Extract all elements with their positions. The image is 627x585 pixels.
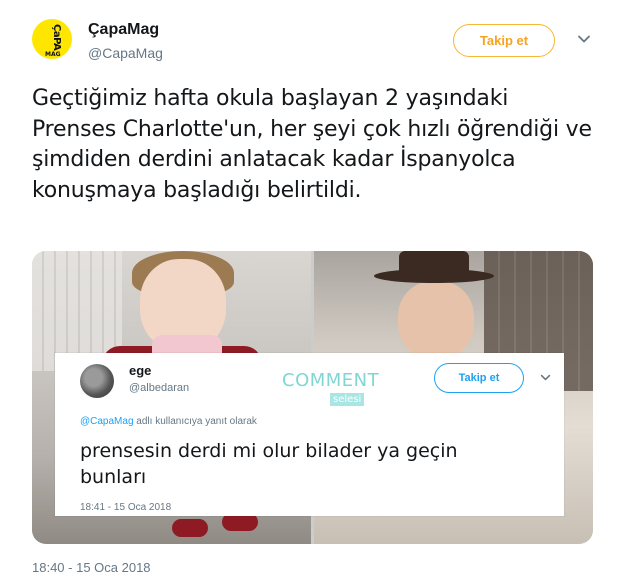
chevron-down-icon[interactable] [577, 32, 591, 46]
replying-suffix: adlı kullanıcıya yanıt olarak [133, 416, 257, 427]
avatar-logo-subtext: MAG [45, 51, 61, 58]
replying-mention-link[interactable]: @CapaMag [80, 416, 134, 427]
reply-text: prensesin derdi mi olur bilader ya geçin… [80, 440, 458, 488]
hat-top [399, 251, 469, 273]
reply-timestamp[interactable]: 18:41 - 15 Oca 2018 [80, 502, 171, 513]
account-handle[interactable]: @CapaMag [88, 45, 163, 61]
tweet-timestamp[interactable]: 18:40 - 15 Oca 2018 [32, 560, 151, 575]
avatar-logo-text: ÇaPA [51, 24, 62, 51]
child-shoe [172, 519, 208, 537]
watermark-title: COMMENT [282, 370, 380, 391]
watermark-subtitle: selesi [330, 393, 365, 406]
tweet-text: Geçtiğimiz hafta okula başlayan 2 yaşınd… [32, 86, 592, 203]
reply-avatar[interactable] [80, 364, 114, 398]
reply-handle[interactable]: @albedaran [129, 382, 189, 394]
avatar[interactable]: ÇaPA MAG [32, 19, 72, 59]
chevron-down-icon[interactable] [540, 372, 551, 383]
reply-name[interactable]: ege [129, 363, 151, 378]
replying-to: @CapaMag adlı kullanıcıya yanıt olarak [80, 416, 257, 427]
woman-face [398, 281, 474, 359]
account-name[interactable]: ÇapaMag [88, 21, 159, 39]
reply-follow-button[interactable]: Takip et [434, 363, 524, 393]
follow-button[interactable]: Takip et [453, 24, 555, 57]
